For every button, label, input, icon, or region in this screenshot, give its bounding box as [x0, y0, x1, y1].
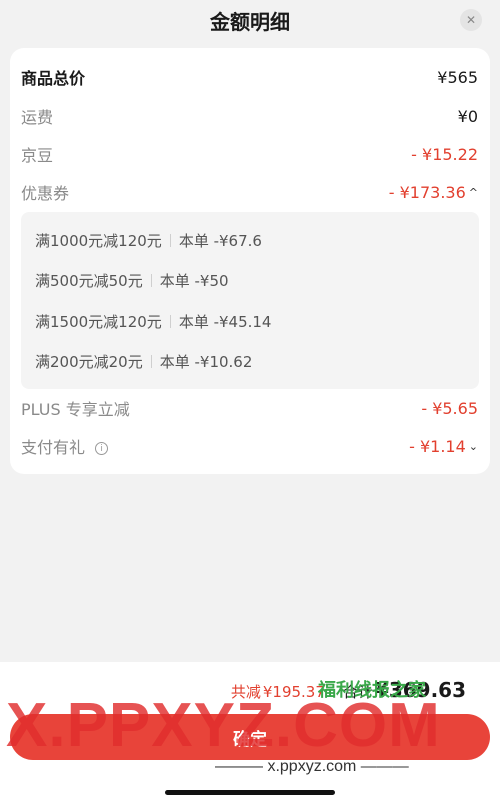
watermark-url: ——— x.ppxyz.com ———	[215, 758, 409, 775]
coupon-name: 满1000元减120元	[35, 231, 162, 250]
plus-discount-row: PLUS 专享立减 - ¥5.65	[21, 393, 478, 423]
info-icon[interactable]: i	[95, 442, 109, 455]
shipping-row: 运费 ¥0	[21, 101, 478, 131]
payment-value: - ¥1.14	[409, 436, 466, 456]
coupon-detail: 本单 -¥10.62	[159, 352, 253, 371]
shipping-value: ¥0	[457, 106, 478, 126]
page-title: 金额明细	[210, 9, 290, 34]
home-indicator	[165, 790, 335, 795]
divider	[169, 233, 171, 247]
coupon-item: 满200元减20元 本单 -¥10.62	[35, 349, 252, 373]
chevron-down-icon[interactable]: ⌄	[469, 440, 478, 453]
subtotal-label: 商品总价	[21, 69, 86, 88]
coupon-name: 满200元减20元	[35, 352, 143, 371]
coupon-item: 满500元减50元 本单 -¥50	[35, 268, 229, 292]
close-button[interactable]: ✕	[460, 9, 482, 31]
coupon-name: 满500元减50元	[35, 271, 143, 290]
close-icon: ✕	[465, 13, 477, 27]
subtotal-value: ¥565	[437, 67, 478, 87]
coupon-detail: 本单 -¥45.14	[178, 312, 272, 331]
shipping-label: 运费	[21, 108, 54, 127]
payment-gift-row[interactable]: 支付有礼 i - ¥1.14 ⌄	[21, 431, 478, 461]
coupon-name: 满1500元减120元	[35, 312, 162, 331]
payment-label: 支付有礼	[21, 438, 86, 457]
payment-label-wrap: 支付有礼 i	[21, 434, 109, 458]
amount-detail-card: 商品总价 ¥565 运费 ¥0 京豆 - ¥15.22 优惠券 - ¥173.3…	[10, 48, 490, 474]
watermark-logo: 福利线报之家	[318, 680, 426, 701]
jingdou-label: 京豆	[21, 146, 54, 165]
coupon-detail: 本单 -¥50	[159, 271, 229, 290]
coupon-value: - ¥173.36	[388, 182, 466, 202]
coupon-label: 优惠券	[21, 184, 70, 203]
coupon-item: 满1500元减120元 本单 -¥45.14	[35, 309, 271, 333]
chevron-up-icon[interactable]: ^	[469, 186, 478, 199]
payment-value-wrap: - ¥1.14 ⌄	[409, 437, 478, 456]
coupon-item: 满1000元减120元 本单 -¥67.6	[35, 228, 262, 252]
coupon-list: 满1000元减120元 本单 -¥67.6 满500元减50元 本单 -¥50 …	[21, 212, 479, 389]
subtotal-row: 商品总价 ¥565	[21, 62, 478, 92]
plus-value: - ¥5.65	[421, 398, 478, 418]
coupon-detail: 本单 -¥67.6	[178, 231, 262, 250]
coupon-row[interactable]: 优惠券 - ¥173.36 ^	[21, 177, 478, 207]
jingdou-value: - ¥15.22	[411, 144, 478, 164]
jingdou-row: 京豆 - ¥15.22	[21, 139, 478, 169]
divider	[150, 273, 152, 287]
plus-label: PLUS 专享立减	[21, 400, 130, 419]
coupon-value-wrap: - ¥173.36 ^	[389, 183, 478, 202]
divider	[169, 314, 171, 328]
divider	[150, 354, 152, 368]
modal-header: 金额明细 ✕	[0, 0, 500, 40]
